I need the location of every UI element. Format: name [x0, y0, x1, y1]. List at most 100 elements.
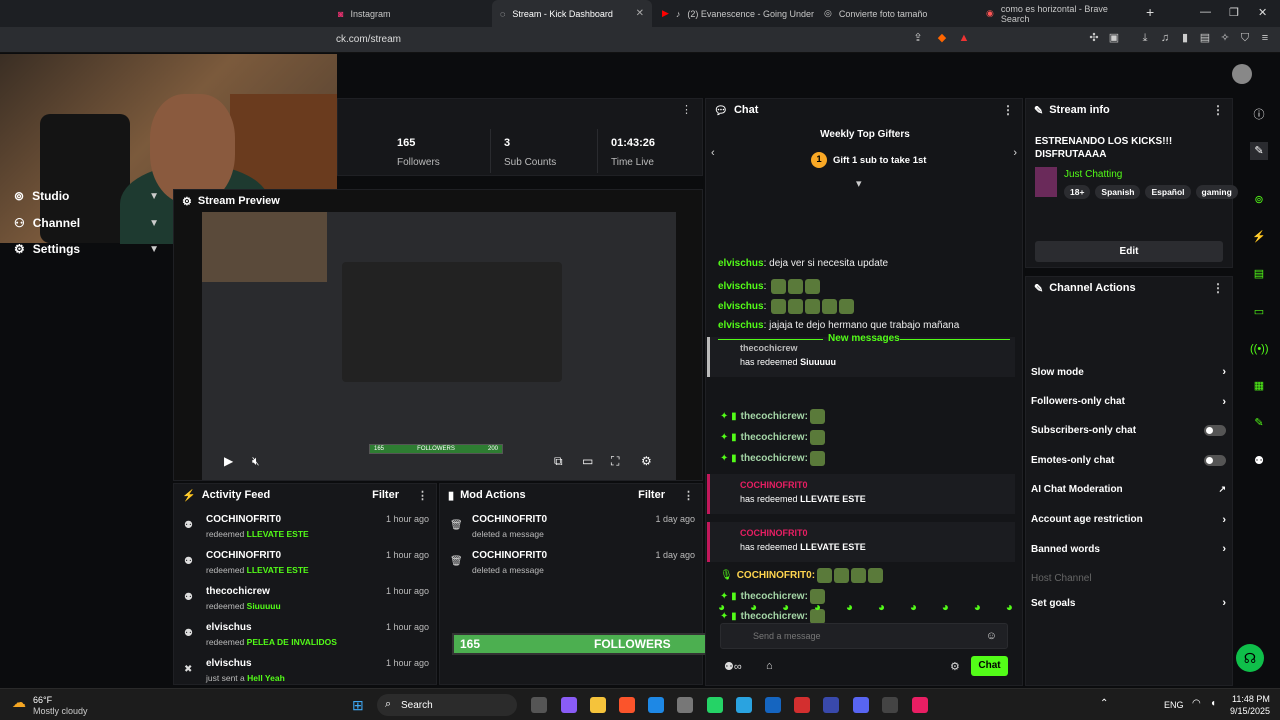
nav-studio[interactable]: ⊚ Studio ▼ [14, 189, 159, 203]
nav-channel[interactable]: ⚇ Channel ▼ [14, 216, 159, 230]
badges-icon[interactable]: ⚉∞ [724, 660, 742, 673]
activity-row[interactable]: ⚉ COCHINOFRIT0 1 hour ago redeemed LLEVATE … [184, 514, 429, 546]
tab-instagram[interactable]: ◙ Instagram [330, 0, 490, 27]
more-icon[interactable]: ⋮ [683, 489, 694, 502]
chevron-right-icon[interactable]: › [1013, 147, 1017, 159]
store-icon[interactable] [677, 697, 693, 713]
studio-rail-icon[interactable]: ⊚ [1250, 191, 1268, 209]
tab-convierte-foto[interactable]: ◎ Convierte foto tamaño [816, 0, 976, 27]
sidebar-toggle-icon[interactable]: ▮ [1178, 31, 1192, 45]
music-icon[interactable]: ♫ [1158, 31, 1172, 45]
brave-shield-icon[interactable]: ◆ [935, 31, 949, 45]
channel-action-subscribers-only-chat[interactable]: Subscribers-only chat [1031, 425, 1226, 436]
fullscreen-icon[interactable]: ⛶ [611, 454, 619, 469]
chat-input[interactable]: Send a message ☺ [720, 623, 1008, 649]
channel-action-ai-chat-moderation[interactable]: AI Chat Moderation ↗ [1031, 484, 1226, 495]
chat-username[interactable]: thecochicrew: [741, 432, 808, 443]
wallet-icon[interactable]: ▤ [1198, 31, 1212, 45]
weather-temp[interactable]: 66°F [33, 695, 52, 705]
filter-button[interactable]: Filter [372, 489, 399, 501]
url-input[interactable]: ck.com/stream [336, 34, 401, 45]
emoji-icon[interactable]: ☺ [986, 630, 997, 642]
file-explorer-icon[interactable] [590, 697, 606, 713]
category-link[interactable]: Just Chatting [1064, 169, 1122, 180]
gift-icon[interactable]: ⌂ [766, 660, 773, 672]
more-icon[interactable]: ⋮ [1212, 281, 1224, 295]
language-indicator[interactable]: ENG [1164, 700, 1184, 710]
document-icon[interactable]: ▤ [1250, 265, 1268, 283]
info-icon[interactable]: ⓘ [1250, 106, 1268, 124]
pencil-icon[interactable]: ✎ [1250, 142, 1268, 160]
vpn-icon[interactable]: ⛉ [1238, 31, 1252, 45]
brave-rewards-icon[interactable]: ▲ [957, 31, 971, 45]
chat-settings-icon[interactable]: ⚙ [950, 660, 960, 673]
wrench-rail-icon[interactable]: ✎ [1250, 414, 1268, 432]
users-icon[interactable]: ⚉ [1250, 452, 1268, 470]
chat-redeem[interactable]: COCHINOFRIT0 has redeemed LLEVATE ESTE [707, 522, 1015, 562]
toggle-switch[interactable] [1204, 454, 1226, 466]
stats-icon[interactable]: ▦ [1250, 377, 1268, 395]
close-window-icon[interactable]: ✕ [1258, 6, 1267, 19]
extensions-icon[interactable]: ✣ [1087, 31, 1101, 45]
app-icon[interactable] [765, 697, 781, 713]
leo-icon[interactable]: ✧ [1218, 31, 1232, 45]
send-chat-button[interactable]: Chat [971, 656, 1008, 676]
tiktok-icon[interactable] [912, 697, 928, 713]
tab-youtube[interactable]: ▶ ♪ (2) Evanescence - Going Under ( [654, 0, 814, 27]
wifi-icon[interactable]: ◠ [1192, 698, 1201, 709]
channel-action-emotes-only-chat[interactable]: Emotes-only chat [1031, 454, 1226, 466]
chat-username[interactable]: elvischus [718, 301, 764, 312]
chat-emote-message[interactable]: 🎙︎ COCHINOFRIT0: [720, 568, 884, 583]
minimize-icon[interactable]: — [1200, 6, 1211, 18]
settings-icon[interactable]: ⚙ [641, 454, 652, 468]
chat-message[interactable]: elvischus: [718, 279, 821, 294]
telegram-icon[interactable] [736, 697, 752, 713]
activity-row[interactable]: ⚉ COCHINOFRIT0 1 hour ago redeemed LLEVATE … [184, 550, 429, 582]
mod-row[interactable]: 🗑︎ COCHINOFRIT0 1 day ago deleted a message [450, 514, 695, 546]
whatsapp-icon[interactable] [707, 697, 723, 713]
copilot-icon[interactable] [561, 697, 577, 713]
brave-browser-icon[interactable] [619, 697, 635, 713]
chevron-up-icon[interactable]: ⌃ [1100, 698, 1108, 709]
taskbar-search[interactable]: ⌕ Search [377, 694, 517, 716]
chat-emote-message[interactable]: ✦ ▮ thecochicrew: [720, 409, 825, 424]
chat-username[interactable]: elvischus [718, 281, 764, 292]
filter-button[interactable]: Filter [638, 489, 665, 501]
channel-action-slow-mode[interactable]: Slow mode › [1031, 366, 1226, 378]
chat-rail-icon[interactable]: ▭ [1250, 303, 1268, 321]
chat-redeem[interactable]: COCHINOFRIT0 has redeemed LLEVATE ESTE [707, 474, 1015, 514]
more-icon[interactable]: ⋮ [1002, 103, 1014, 117]
channel-action-followers-only-chat[interactable]: Followers-only chat › [1031, 396, 1226, 408]
screenshot-icon[interactable]: ▣ [1107, 31, 1121, 45]
channel-action-banned-words[interactable]: Banned words › [1031, 543, 1226, 555]
more-icon[interactable]: ⋮ [1212, 103, 1224, 117]
emote-bar[interactable]: ◕ ◕ ◕ ◕ ◕ ◕ ◕ ◕ ◕ ◕ [718, 600, 1013, 614]
task-view-icon[interactable] [531, 697, 547, 713]
nav-settings[interactable]: ⚙ Settings ▼ [14, 242, 159, 256]
maximize-icon[interactable]: ❐ [1229, 6, 1239, 19]
edit-button[interactable]: Edit [1035, 241, 1223, 262]
redeem-user[interactable]: thecochicrew [740, 343, 985, 353]
pip-icon[interactable]: ⧉ [554, 454, 563, 469]
windows-start-icon[interactable]: ⊞ [352, 697, 364, 714]
chevron-left-icon[interactable]: ‹ [711, 147, 715, 159]
bolt-icon[interactable]: ⚡ [1250, 228, 1268, 246]
pin-icon[interactable]: ▾ [856, 177, 862, 190]
mute-icon[interactable]: 🔇︎ [252, 454, 260, 469]
activity-row[interactable]: ⚉ elvischus 1 hour ago redeemed PELEA DE IN… [184, 622, 429, 654]
chat-username[interactable]: COCHINOFRIT0: [737, 570, 815, 581]
clock-date[interactable]: 9/15/2025 [1230, 706, 1270, 716]
preview-video[interactable]: 165 FOLLOWERS 200 [202, 212, 676, 480]
activity-row[interactable]: ✖ elvischus 1 hour ago just sent a Hell Yea… [184, 658, 429, 684]
support-headset-icon[interactable]: ☊ [1236, 644, 1264, 672]
play-icon[interactable]: ▶ [224, 454, 233, 468]
channel-action-account-age-restriction[interactable]: Account age restriction › [1031, 514, 1226, 526]
new-tab-icon[interactable]: + [1146, 4, 1154, 20]
clock-time[interactable]: 11:48 PM [1232, 694, 1270, 704]
chat-emote-message[interactable]: ✦ ▮ thecochicrew: [720, 430, 825, 445]
chat-username[interactable]: thecochicrew: [741, 453, 808, 464]
share-icon[interactable]: ⇪ [911, 31, 925, 45]
chat-message[interactable]: elvischus: [718, 299, 855, 314]
edge-icon[interactable] [648, 697, 664, 713]
office-icon[interactable] [794, 697, 810, 713]
